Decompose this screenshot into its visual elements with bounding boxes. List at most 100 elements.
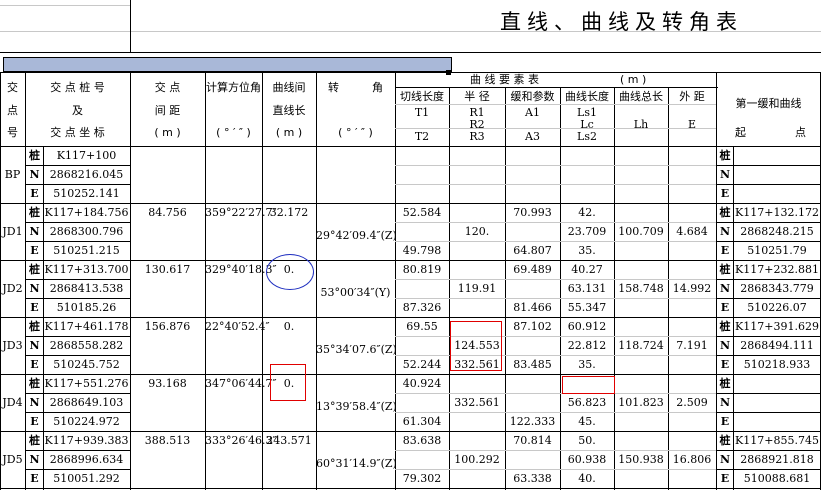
spiral-e[interactable]: 510226.07 [733, 302, 821, 313]
header-lc[interactable]: Lc [560, 119, 614, 130]
header-station[interactable]: 交 点 桩 号 [25, 82, 130, 93]
lh[interactable]: 150.938 [614, 454, 668, 465]
ls2[interactable]: 35. [560, 245, 614, 256]
header-between[interactable]: 曲线间 [262, 82, 316, 93]
t2[interactable]: 49.798 [395, 245, 449, 256]
header-jiao[interactable]: 交 [0, 82, 25, 93]
label-e[interactable]: E [26, 302, 43, 313]
label-zhuang[interactable]: 桩 [26, 264, 43, 275]
header-and[interactable]: 及 [25, 105, 130, 116]
a3[interactable]: 63.338 [505, 473, 560, 484]
label-zhuang[interactable]: 桩 [717, 378, 733, 389]
t1[interactable]: 40.924 [395, 378, 449, 389]
header-distance-2[interactable]: 间 距 [130, 105, 205, 116]
distance[interactable]: 156.876 [130, 321, 205, 332]
ls1[interactable]: 42. [560, 207, 614, 218]
header-curve-length[interactable]: 曲线长度 [560, 91, 614, 102]
a3[interactable]: 83.485 [505, 359, 560, 370]
label-e[interactable]: E [717, 416, 733, 427]
distance[interactable]: 130.617 [130, 264, 205, 275]
spiral-e[interactable]: 510251.79 [733, 245, 821, 256]
external-distance[interactable]: 16.806 [668, 454, 716, 465]
label-e[interactable]: E [26, 188, 43, 199]
label-n[interactable]: N [26, 397, 43, 408]
header-tangent[interactable]: 切线长度 [395, 91, 449, 102]
coord-e[interactable]: 510252.141 [43, 188, 130, 199]
label-n[interactable]: N [26, 169, 43, 180]
a1[interactable]: 70.993 [505, 207, 560, 218]
label-zhuang[interactable]: 桩 [717, 150, 733, 161]
external-distance[interactable]: 7.191 [668, 340, 716, 351]
external-distance[interactable]: 4.684 [668, 226, 716, 237]
row-id[interactable]: JD2 [0, 283, 25, 294]
t2[interactable]: 61.304 [395, 416, 449, 427]
lh[interactable]: 158.748 [614, 283, 668, 294]
label-zhuang[interactable]: 桩 [717, 435, 733, 446]
label-zhuang[interactable]: 桩 [26, 321, 43, 332]
coord-e[interactable]: 510251.215 [43, 245, 130, 256]
lc[interactable]: 63.131 [560, 283, 614, 294]
label-n[interactable]: N [26, 340, 43, 351]
t2[interactable]: 52.244 [395, 359, 449, 370]
header-lh[interactable]: Lh [614, 119, 668, 130]
label-e[interactable]: E [717, 245, 733, 256]
label-e[interactable]: E [717, 188, 733, 199]
lc[interactable]: 22.812 [560, 340, 614, 351]
label-n[interactable]: N [717, 283, 733, 294]
header-r1[interactable]: R1 [449, 107, 505, 118]
coord-n[interactable]: 2868649.103 [43, 397, 130, 408]
label-n[interactable]: N [26, 283, 43, 294]
t2[interactable]: 87.326 [395, 302, 449, 313]
between-length[interactable]: 243.571 [262, 435, 316, 446]
header-a3[interactable]: A3 [505, 131, 560, 142]
spiral-e[interactable]: 510088.681 [733, 473, 821, 484]
coord-e[interactable]: 510245.752 [43, 359, 130, 370]
ls1[interactable]: 50. [560, 435, 614, 446]
t1[interactable]: 83.638 [395, 435, 449, 446]
a1[interactable]: 87.102 [505, 321, 560, 332]
header-point[interactable]: 点 [795, 127, 806, 138]
label-n[interactable]: N [717, 454, 733, 465]
label-zhuang[interactable]: 桩 [26, 435, 43, 446]
selected-cell-range[interactable] [3, 57, 452, 72]
ls1[interactable]: 60.912 [560, 321, 614, 332]
t2[interactable]: 79.302 [395, 473, 449, 484]
r2[interactable]: 120. [449, 226, 505, 237]
header-between-2[interactable]: 直线长 [262, 105, 316, 116]
station[interactable]: K117+100 [43, 150, 130, 161]
t1[interactable]: 52.584 [395, 207, 449, 218]
coord-n[interactable]: 2868558.282 [43, 340, 130, 351]
bearing[interactable]: 329°40′18.3″ [205, 264, 277, 275]
label-zhuang[interactable]: 桩 [717, 207, 733, 218]
label-n[interactable]: N [717, 340, 733, 351]
spiral-n[interactable]: 2868921.818 [733, 454, 821, 465]
header-r2[interactable]: R2 [449, 119, 505, 130]
header-r3[interactable]: R3 [449, 131, 505, 142]
header-between-unit[interactable]: ( m ) [262, 127, 316, 138]
label-zhuang[interactable]: 桩 [26, 150, 43, 161]
bearing[interactable]: 22°40′52.4″ [205, 321, 270, 332]
header-angle-2[interactable]: 角 [372, 82, 383, 93]
deflection-angle[interactable]: 60°31′14.9″(Z) [316, 458, 397, 469]
spiral-e[interactable]: 510218.933 [733, 359, 821, 370]
between-length[interactable]: 0. [262, 321, 316, 332]
external-distance[interactable]: 2.509 [668, 397, 716, 408]
header-bearing-unit[interactable]: ( ° ′ ″ ) [205, 127, 262, 138]
header-distance[interactable]: 交 点 [130, 82, 205, 93]
lc[interactable]: 60.938 [560, 454, 614, 465]
label-n[interactable]: N [717, 226, 733, 237]
coord-e[interactable]: 510051.292 [43, 473, 130, 484]
label-n[interactable]: N [717, 169, 733, 180]
ls1[interactable]: 40.27 [560, 264, 614, 275]
coord-n[interactable]: 2868300.796 [43, 226, 130, 237]
label-zhuang[interactable]: 桩 [26, 378, 43, 389]
row-id[interactable]: JD5 [0, 454, 25, 465]
coord-e[interactable]: 510224.972 [43, 416, 130, 427]
label-e[interactable]: E [26, 359, 43, 370]
station[interactable]: K117+461.178 [43, 321, 130, 332]
header-angle-unit[interactable]: ( ° ′ ″ ) [316, 127, 395, 138]
header-start[interactable]: 起 [735, 127, 746, 138]
lh[interactable]: 101.823 [614, 397, 668, 408]
spiral-station[interactable]: K117+391.629 [733, 321, 821, 332]
deflection-angle[interactable]: 13°39′58.4″(Z) [316, 401, 397, 412]
